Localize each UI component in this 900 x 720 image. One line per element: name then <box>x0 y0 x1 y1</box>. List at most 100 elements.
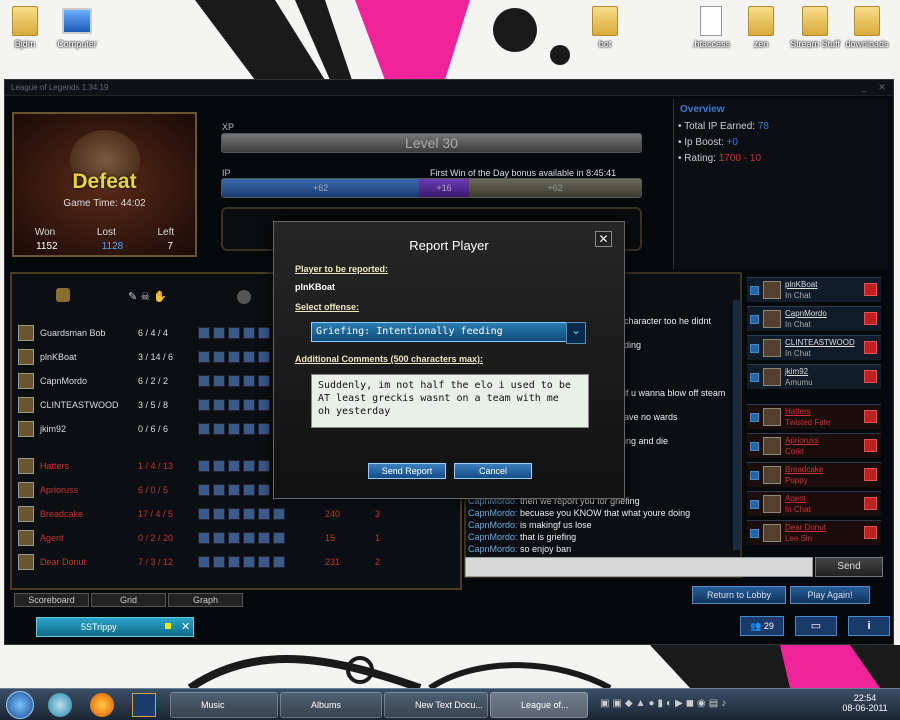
player-list-item[interactable]: Dear Donut Lee Sin <box>747 520 881 545</box>
scoreboard-row[interactable]: Breadcake 17 / 4 / 5 240 3 <box>18 505 458 523</box>
offense-select[interactable]: Griefing: Intentionally feeding <box>311 322 573 342</box>
player-list-status: In Chat <box>785 291 811 300</box>
player-list-item[interactable]: jkim92 Amumu <box>747 364 881 389</box>
minimize-icon[interactable]: _ <box>857 82 871 94</box>
rating-label: Rating: <box>684 153 716 164</box>
chat-send-button[interactable]: Send <box>815 557 883 577</box>
taskbar-item-albums[interactable]: Albums <box>280 692 382 718</box>
desktop-icon-label: .htaccess <box>691 39 731 49</box>
total-ip-label: Total IP Earned: <box>684 121 756 132</box>
chat-fragment: ing and die <box>624 436 669 446</box>
desktop-icon-bot[interactable]: bot <box>570 6 640 49</box>
report-flag-icon[interactable] <box>864 410 877 423</box>
tray-icons[interactable]: ▣▣◆▲●▮◐▶◼◉▤♪ <box>600 698 729 709</box>
chat-fragment: if u wanna blow off steam <box>624 388 726 398</box>
chat-sender: CapnMordo: <box>468 544 518 554</box>
won-label: Won <box>34 227 56 238</box>
player-kda: 3 / 5 / 8 <box>138 400 169 410</box>
champion-avatar <box>18 373 34 389</box>
scoreboard-row[interactable]: Guardsman Bob 6 / 4 / 4 <box>18 324 278 342</box>
player-list-item[interactable]: CLINTEASTWOOD In Chat <box>747 335 881 360</box>
items <box>198 423 270 435</box>
scoreboard-row[interactable]: CLINTEASTWOOD 3 / 5 / 8 <box>18 396 278 414</box>
play-again-button[interactable]: Play Again! <box>790 586 870 604</box>
xp-label: XP <box>222 122 235 132</box>
tab-grid[interactable]: Grid <box>91 593 166 607</box>
scoreboard-row[interactable]: CapnMordo 6 / 2 / 2 <box>18 372 278 390</box>
report-flag-icon[interactable] <box>864 341 877 354</box>
kda-column-icon: ✎ ☠ ✋ <box>128 291 167 303</box>
chat-scrollbar[interactable] <box>733 300 741 550</box>
flag-icon <box>750 413 759 422</box>
send-report-button[interactable]: Send Report <box>368 463 446 479</box>
rating-value: 1700 - 10 <box>718 153 762 164</box>
player-list-item[interactable]: plnKBoat In Chat <box>747 277 881 302</box>
desktop-icon-label: Computer <box>57 39 97 49</box>
window-title: League of Legends 1.34.19 <box>11 83 109 92</box>
comments-textarea[interactable]: Suddenly, im not half the elo i used to … <box>311 374 589 428</box>
scoreboard-row[interactable]: Agent 0 / 2 / 20 15 1 <box>18 529 458 547</box>
cancel-button[interactable]: Cancel <box>454 463 532 479</box>
tab-graph[interactable]: Graph <box>168 593 243 607</box>
ip-boost-value: +0 <box>726 137 738 148</box>
ip-segment-base: +62 <box>222 179 419 197</box>
report-flag-icon[interactable] <box>864 370 877 383</box>
player-wards: 2 <box>375 557 381 567</box>
taskbar-item-league[interactable]: League of... <box>490 692 588 718</box>
scoreboard-row[interactable]: jkim92 0 / 6 / 6 <box>18 420 278 438</box>
league-icon[interactable] <box>132 693 156 717</box>
player-list-item[interactable]: Breadcake Poppy <box>747 462 881 487</box>
desktop-icon-downloads[interactable]: downloads <box>832 6 900 49</box>
player-name: Breadcake <box>40 509 84 519</box>
flag-icon <box>750 315 759 324</box>
scoreboard-row[interactable]: plnKBoat 3 / 14 / 6 <box>18 348 278 366</box>
player-list-status: Twisted Fate <box>785 418 831 427</box>
player-list-item[interactable]: CapnMordo In Chat <box>747 306 881 331</box>
avatar <box>763 339 781 357</box>
folder-icon <box>12 6 38 36</box>
taskbar-item-label: League of... <box>521 700 569 710</box>
close-dialog-icon[interactable]: ✕ <box>595 231 612 247</box>
return-to-lobby-button[interactable]: Return to Lobby <box>692 586 786 604</box>
firefox-icon[interactable] <box>90 693 114 717</box>
clock-time: 22:54 <box>853 693 877 703</box>
chevron-down-icon[interactable]: ⌄ <box>566 322 586 344</box>
player-list-item[interactable]: Hatters Twisted Fate <box>747 404 881 429</box>
champion-avatar <box>18 421 34 437</box>
ip-bar: +62 +16 +62 <box>221 178 642 198</box>
close-window-icon[interactable]: ✕ <box>875 82 889 94</box>
taskbar-item-text-doc[interactable]: New Text Docu... <box>384 692 488 718</box>
chat-line: CapnMordo: becuase you KNOW that what yo… <box>468 508 690 518</box>
start-button[interactable] <box>6 691 34 719</box>
chat-input[interactable] <box>465 557 813 577</box>
chat-text: so enjoy ban <box>520 544 572 554</box>
chat-tab[interactable]: 5STrippy ✕ <box>36 617 194 637</box>
player-list-item[interactable]: Aprioruss Corki <box>747 433 881 458</box>
player-list-name: Hatters <box>785 407 811 416</box>
champion-avatar <box>18 482 34 498</box>
desktop-icon-computer[interactable]: Computer <box>42 6 112 49</box>
scoreboard-row[interactable]: Dear Donut 7 / 3 / 12 231 2 <box>18 553 458 571</box>
chat-bubble-icon[interactable]: ▭ <box>795 616 837 636</box>
report-flag-icon[interactable] <box>864 283 877 296</box>
items <box>198 327 270 339</box>
items <box>198 351 270 363</box>
ie-icon[interactable] <box>48 693 72 717</box>
desktop-icon-label: zen <box>753 39 769 49</box>
report-flag-icon[interactable] <box>864 497 877 510</box>
report-flag-icon[interactable] <box>864 526 877 539</box>
tab-scoreboard[interactable]: Scoreboard <box>14 593 89 607</box>
friends-button[interactable]: 👥 29 <box>740 616 784 636</box>
avatar <box>763 524 781 542</box>
close-chat-icon[interactable]: ✕ <box>181 620 190 633</box>
report-flag-icon[interactable] <box>864 439 877 452</box>
chat-line: CapnMordo: that is griefing <box>468 532 576 542</box>
taskbar-item-music[interactable]: Music <box>170 692 278 718</box>
player-list-item[interactable]: Agent In Chat <box>747 491 881 516</box>
report-flag-icon[interactable] <box>864 312 877 325</box>
info-icon[interactable]: i <box>848 616 890 636</box>
report-flag-icon[interactable] <box>864 468 877 481</box>
clock[interactable]: 22:54 08-06-2011 <box>840 693 890 713</box>
champion-avatar <box>18 530 34 546</box>
overview-title: Overview <box>680 104 725 115</box>
